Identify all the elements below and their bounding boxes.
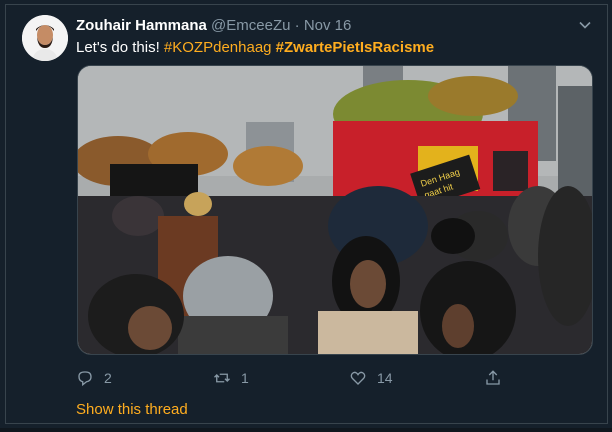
tweet-date[interactable]: Nov 16 [304, 17, 352, 34]
tweet-text-plain: Let's do this! [76, 39, 164, 56]
user-handle[interactable]: @EmceeZu [211, 17, 290, 34]
like-button[interactable]: 14 [349, 367, 393, 389]
avatar[interactable] [22, 15, 68, 61]
reply-icon [78, 371, 92, 387]
reply-count: 2 [104, 370, 112, 386]
tweet-actions: 2 1 14 [76, 367, 516, 389]
heart-icon [350, 371, 366, 385]
share-icon [486, 370, 500, 385]
tweet-text: Let's do this! #KOZPdenhaag #ZwartePietI… [76, 39, 434, 57]
like-count: 14 [377, 370, 393, 386]
hashtag-link[interactable]: #KOZPdenhaag [164, 39, 272, 56]
separator-dot: · [294, 17, 300, 34]
tweet-header: Zouhair Hammana @EmceeZu · Nov 16 [76, 17, 351, 35]
timeline-divider [0, 428, 612, 432]
hashtag-link[interactable]: #ZwartePietIsRacisme [276, 39, 434, 56]
chevron-down-icon[interactable] [579, 19, 591, 31]
tweet-card[interactable]: Zouhair Hammana @EmceeZu · Nov 16 Let's … [5, 4, 608, 424]
reply-button[interactable]: 2 [76, 367, 112, 389]
share-button[interactable] [484, 367, 512, 389]
show-thread-link[interactable]: Show this thread [76, 401, 188, 418]
retweet-button[interactable]: 1 [213, 367, 249, 389]
protest-photo: Den Haag gaat hit [78, 66, 592, 354]
retweet-count: 1 [241, 370, 249, 386]
display-name[interactable]: Zouhair Hammana [76, 17, 207, 34]
tweet-image[interactable]: Den Haag gaat hit [77, 65, 593, 355]
retweet-icon [214, 373, 230, 383]
